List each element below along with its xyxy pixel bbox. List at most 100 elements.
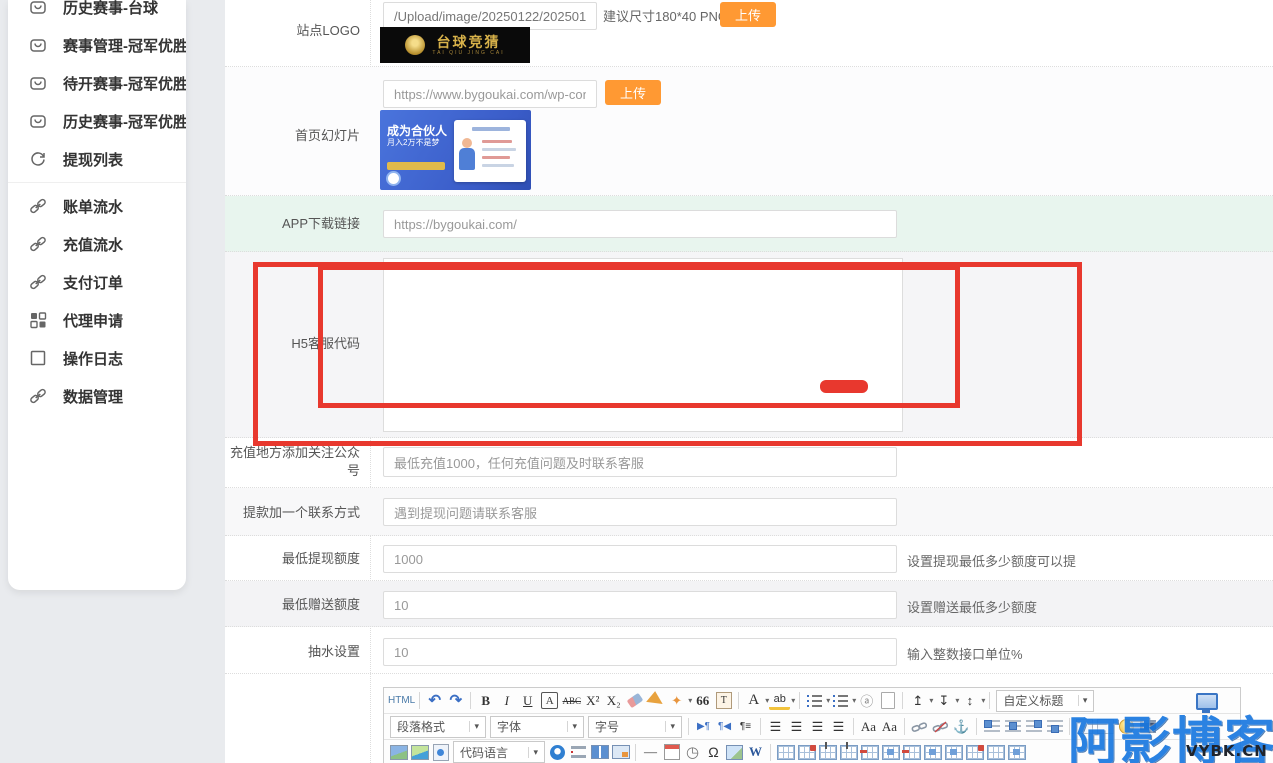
clock-icon[interactable]: ◷	[682, 742, 703, 763]
delete-row-icon[interactable]	[943, 742, 964, 763]
withdraw-contact-input[interactable]	[383, 498, 897, 526]
min-gift-input[interactable]	[383, 591, 897, 619]
align-justify-icon[interactable]: ☰	[828, 716, 849, 737]
chevron-down-icon: ▾	[665, 721, 675, 732]
upload-button[interactable]: 上传	[605, 80, 661, 105]
underline-icon[interactable]: U	[517, 690, 538, 711]
insert-link-icon[interactable]	[909, 716, 930, 737]
field-label: 最低提现额度	[225, 550, 360, 568]
special-char-icon[interactable]: Ω	[703, 742, 724, 763]
font-color-icon[interactable]: A	[743, 690, 764, 711]
italic-icon[interactable]: I	[496, 690, 517, 711]
image-align-inline-icon[interactable]	[1044, 716, 1065, 737]
html-source-icon[interactable]: HTML	[388, 690, 415, 711]
home-slider-input[interactable]	[383, 80, 597, 108]
align-center-icon[interactable]: ☰	[786, 716, 807, 737]
insert-column-icon[interactable]	[859, 742, 880, 763]
sidebar-item-data-manage[interactable]: 数据管理	[8, 377, 186, 415]
chevron-down-icon: ▾	[567, 721, 577, 732]
chevron-down-icon[interactable]: ▾	[981, 696, 985, 705]
sidebar-item-match-manage[interactable]: 赛事管理-冠军优胜猜	[8, 26, 186, 64]
sidebar-item-op-log[interactable]: 操作日志	[8, 339, 186, 377]
sidebar-item-withdraw-list[interactable]: 提现列表	[8, 140, 186, 178]
sidebar-item-agent-apply[interactable]: 代理申请	[8, 301, 186, 339]
image-align-center-icon[interactable]	[1002, 716, 1023, 737]
align-left-icon[interactable]: ☰	[765, 716, 786, 737]
sidebar-item-pay-orders[interactable]: 支付订单	[8, 263, 186, 301]
paste-as-text-icon[interactable]: T	[713, 690, 734, 711]
remove-link-icon[interactable]	[930, 716, 951, 737]
indent-icon[interactable]: ▶¶	[693, 716, 714, 737]
word-import-icon[interactable]: W	[745, 742, 766, 763]
font-size-select[interactable]: 字号▾	[588, 716, 682, 738]
new-page-icon[interactable]	[877, 690, 898, 711]
font-family-select[interactable]: 字体▾	[490, 716, 584, 738]
text-direction-icon[interactable]: ¶≡	[735, 716, 756, 737]
map-icon[interactable]	[724, 742, 745, 763]
font-border-icon[interactable]: A	[541, 692, 558, 709]
field-label: 首页幻灯片	[225, 127, 360, 145]
superscript-icon[interactable]: X²	[582, 690, 603, 711]
screenshot-icon[interactable]	[610, 742, 631, 763]
merge-cells-icon[interactable]	[880, 742, 901, 763]
insert-flash-icon[interactable]	[409, 742, 430, 763]
row-properties-icon[interactable]	[817, 742, 838, 763]
horizontal-rule-icon[interactable]: —	[640, 742, 661, 763]
blockquote-icon[interactable]: 66	[692, 690, 713, 711]
ordered-list-icon[interactable]	[804, 690, 825, 711]
lowercase-icon[interactable]: Aa	[879, 716, 900, 737]
margin-bottom-icon[interactable]: ↧	[933, 690, 954, 711]
calendar-icon[interactable]	[661, 742, 682, 763]
sidebar-item-recharge-flow[interactable]: 充值流水	[8, 225, 186, 263]
code-language-select[interactable]: 代码语言▾	[453, 741, 545, 763]
format-brush-icon[interactable]	[645, 690, 666, 711]
insert-image-icon[interactable]	[388, 742, 409, 763]
recharge-note-input[interactable]	[383, 447, 897, 477]
subscript-icon[interactable]: X₂	[603, 690, 624, 711]
link-icon	[28, 386, 48, 406]
upload-button[interactable]: 上传	[720, 2, 776, 27]
sidebar-item-pending-match[interactable]: 待开赛事-冠军优胜猜	[8, 64, 186, 102]
sidebar-item-bill-flow[interactable]: 账单流水	[8, 187, 186, 225]
sidebar-item-history-billiards[interactable]: 历史赛事-台球	[8, 0, 186, 26]
line-height-icon[interactable]: ↕	[959, 690, 980, 711]
anchor-icon[interactable]: ⚓	[951, 716, 972, 737]
margin-top-icon[interactable]: ↥	[907, 690, 928, 711]
table-split-icon[interactable]	[985, 742, 1006, 763]
paragraph-format-select[interactable]: 段落格式▾	[390, 716, 486, 738]
cell-properties-icon[interactable]	[922, 742, 943, 763]
min-withdraw-input[interactable]	[383, 545, 897, 573]
insert-table-icon[interactable]	[775, 742, 796, 763]
unordered-list-icon[interactable]	[830, 690, 851, 711]
align-right-icon[interactable]: ☰	[807, 716, 828, 737]
qq-icon[interactable]	[547, 742, 568, 763]
insert-media-icon[interactable]	[430, 742, 451, 763]
page-break-icon[interactable]	[568, 742, 589, 763]
search-replace-icon[interactable]	[1006, 742, 1027, 763]
redo-icon[interactable]: ↷	[445, 690, 466, 711]
delete-column-icon[interactable]	[964, 742, 985, 763]
magic-wand-icon[interactable]: ✦	[666, 690, 687, 711]
admin-settings-page: 历史赛事-台球 赛事管理-冠军优胜猜 待开赛事-冠军优胜猜 历史赛事-冠军优胜猜…	[0, 0, 1273, 763]
sidebar-item-label: 历史赛事-冠军优胜猜	[63, 111, 186, 132]
split-cell-icon[interactable]	[901, 742, 922, 763]
logo-title: 台球竞猜	[436, 35, 500, 49]
chevron-down-icon[interactable]: ▾	[791, 696, 795, 705]
image-align-left-icon[interactable]	[981, 716, 1002, 737]
rake-input[interactable]	[383, 638, 897, 666]
uppercase-icon[interactable]: Aa	[858, 716, 879, 737]
image-align-right-icon[interactable]	[1023, 716, 1044, 737]
delete-table-icon[interactable]	[796, 742, 817, 763]
app-link-input[interactable]	[383, 210, 897, 238]
outdent-icon[interactable]: ¶◀	[714, 716, 735, 737]
columns-icon[interactable]	[589, 742, 610, 763]
eraser-icon[interactable]	[624, 690, 645, 711]
highlight-color-icon[interactable]: ab	[769, 692, 790, 710]
anchor-link-icon[interactable]: ⓐ	[856, 690, 877, 711]
site-logo-input[interactable]	[383, 2, 597, 30]
undo-icon[interactable]: ↶	[424, 690, 445, 711]
insert-row-icon[interactable]	[838, 742, 859, 763]
bold-icon[interactable]: B	[475, 690, 496, 711]
sidebar-item-history-match[interactable]: 历史赛事-冠军优胜猜	[8, 102, 186, 140]
strikethrough-icon[interactable]: ABC	[561, 690, 582, 711]
